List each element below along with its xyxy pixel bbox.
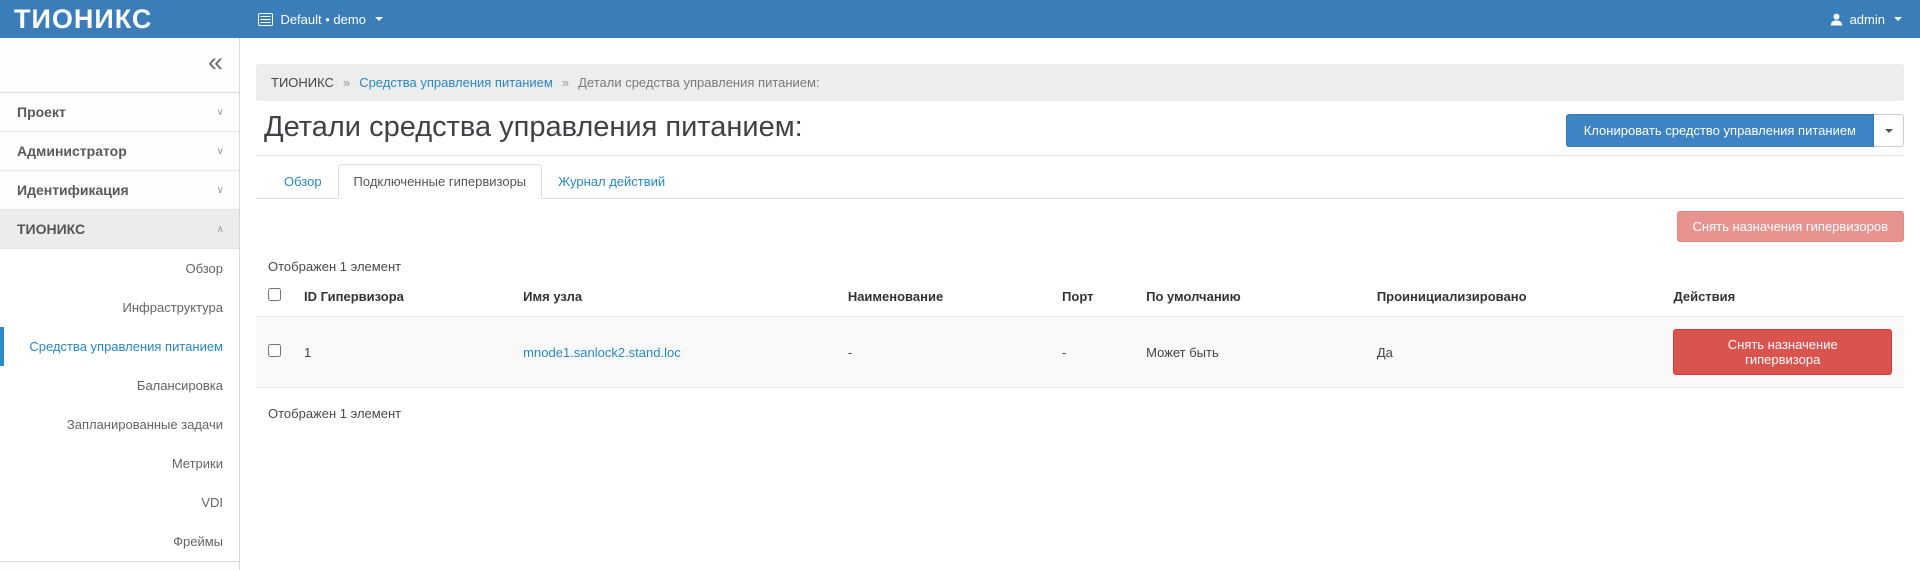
project-list-icon <box>258 13 273 26</box>
column-header-name: Наименование <box>840 276 1054 317</box>
project-context-label: Default • demo <box>280 12 365 27</box>
chevron-down-icon <box>1894 17 1902 21</box>
project-context-switcher[interactable]: Default • demo <box>258 12 382 27</box>
user-icon <box>1830 13 1843 26</box>
cell-port: - <box>1054 317 1138 388</box>
sidebar: « Проект ∨ Администратор ∨ Идентификация… <box>0 38 240 570</box>
clone-power-tool-button[interactable]: Клонировать средство управления питанием <box>1566 114 1874 147</box>
cell-default: Может быть <box>1138 317 1369 388</box>
remove-hypervisor-assignments-button[interactable]: Снять назначения гипервизоров <box>1677 211 1904 242</box>
tab-action-log[interactable]: Журнал действий <box>542 164 681 199</box>
sidebar-section-label: Идентификация <box>17 182 129 198</box>
page-header: Детали средства управления питанием: Кло… <box>256 107 1904 147</box>
table-count-bottom: Отображен 1 элемент <box>256 388 1904 434</box>
sidebar-item-scheduled-tasks[interactable]: Запланированные задачи <box>0 405 239 444</box>
sidebar-header: « <box>0 38 239 93</box>
row-checkbox[interactable] <box>268 344 281 357</box>
sidebar-section-label: Проект <box>17 104 66 120</box>
hypervisors-table: ID Гипервизора Имя узла Наименование Пор… <box>256 276 1904 433</box>
sidebar-item-balancing[interactable]: Балансировка <box>0 366 239 405</box>
table-header-row: ID Гипервизора Имя узла Наименование Пор… <box>256 276 1904 317</box>
sidebar-item-infrastructure[interactable]: Инфраструктура <box>0 288 239 327</box>
tab-connected-hypervisors[interactable]: Подключенные гипервизоры <box>338 164 543 199</box>
user-menu[interactable]: admin <box>1830 12 1920 27</box>
sidebar-item-metrics[interactable]: Метрики <box>0 444 239 483</box>
breadcrumb: ТИОНИКС » Средства управления питанием »… <box>256 64 1904 101</box>
page-title: Детали средства управления питанием: <box>264 107 803 147</box>
sidebar-section-tionix[interactable]: ТИОНИКС ∧ <box>0 210 239 249</box>
sidebar-section-identity[interactable]: Идентификация ∨ <box>0 171 239 210</box>
column-header-initialized: Проинициализировано <box>1369 276 1666 317</box>
chevron-down-icon: ∨ <box>217 185 224 196</box>
sidebar-section-admin[interactable]: Администратор ∨ <box>0 132 239 171</box>
primary-action-group: Клонировать средство управления питанием <box>1566 114 1904 147</box>
sidebar-item-frames[interactable]: Фреймы <box>0 522 239 561</box>
column-header-node-name: Имя узла <box>515 276 840 317</box>
sidebar-collapse-button[interactable]: « <box>208 49 223 76</box>
brand-logo[interactable]: ТИОНИКС <box>0 0 166 38</box>
chevron-up-icon: ∧ <box>217 224 224 235</box>
column-header-hypervisor-id: ID Гипервизора <box>296 276 515 317</box>
chevron-down-icon <box>375 17 383 21</box>
main-content: ТИОНИКС » Средства управления питанием »… <box>240 64 1920 433</box>
tab-overview[interactable]: Обзор <box>268 164 338 199</box>
select-all-checkbox[interactable] <box>268 288 281 301</box>
user-name-label: admin <box>1850 12 1885 27</box>
top-navbar: ТИОНИКС Default • demo admin <box>0 0 1920 38</box>
table-row: 1 mnode1.sanlock2.stand.loc - - Может бы… <box>256 317 1904 388</box>
chevron-down-icon: ∨ <box>217 107 224 118</box>
title-divider <box>256 155 1904 156</box>
breadcrumb-separator: » <box>343 75 350 90</box>
table-toolbar: Снять назначения гипервизоров <box>256 211 1904 242</box>
breadcrumb-current: Детали средства управления питанием: <box>578 75 820 90</box>
sidebar-section-label: Администратор <box>17 143 127 159</box>
breadcrumb-root[interactable]: ТИОНИКС <box>271 75 334 90</box>
breadcrumb-link-power-management[interactable]: Средства управления питанием <box>359 75 553 90</box>
column-header-default: По умолчанию <box>1138 276 1369 317</box>
column-header-port: Порт <box>1054 276 1138 317</box>
sidebar-item-power-management[interactable]: Средства управления питанием <box>0 327 239 366</box>
breadcrumb-separator: » <box>562 75 569 90</box>
chevron-down-icon: ∨ <box>217 146 224 157</box>
sidebar-section-label: ТИОНИКС <box>17 221 85 237</box>
table-footer-row: Отображен 1 элемент <box>256 388 1904 434</box>
table-count-top: Отображен 1 элемент <box>268 259 1904 274</box>
node-name-link[interactable]: mnode1.sanlock2.stand.loc <box>523 345 681 360</box>
detail-tabs: Обзор Подключенные гипервизоры Журнал де… <box>256 164 1904 199</box>
sidebar-item-overview[interactable]: Обзор <box>0 249 239 288</box>
cell-hypervisor-id: 1 <box>296 317 515 388</box>
sidebar-item-vdi[interactable]: VDI <box>0 483 239 522</box>
remove-hypervisor-assignment-button[interactable]: Снять назначение гипервизора <box>1673 329 1892 375</box>
chevron-down-icon <box>1885 129 1893 133</box>
primary-action-dropdown-toggle[interactable] <box>1874 114 1904 147</box>
sidebar-submenu-tionix: Обзор Инфраструктура Средства управления… <box>0 249 239 562</box>
column-header-actions: Действия <box>1665 276 1904 317</box>
cell-name: - <box>840 317 1054 388</box>
cell-initialized: Да <box>1369 317 1666 388</box>
sidebar-section-project[interactable]: Проект ∨ <box>0 93 239 132</box>
